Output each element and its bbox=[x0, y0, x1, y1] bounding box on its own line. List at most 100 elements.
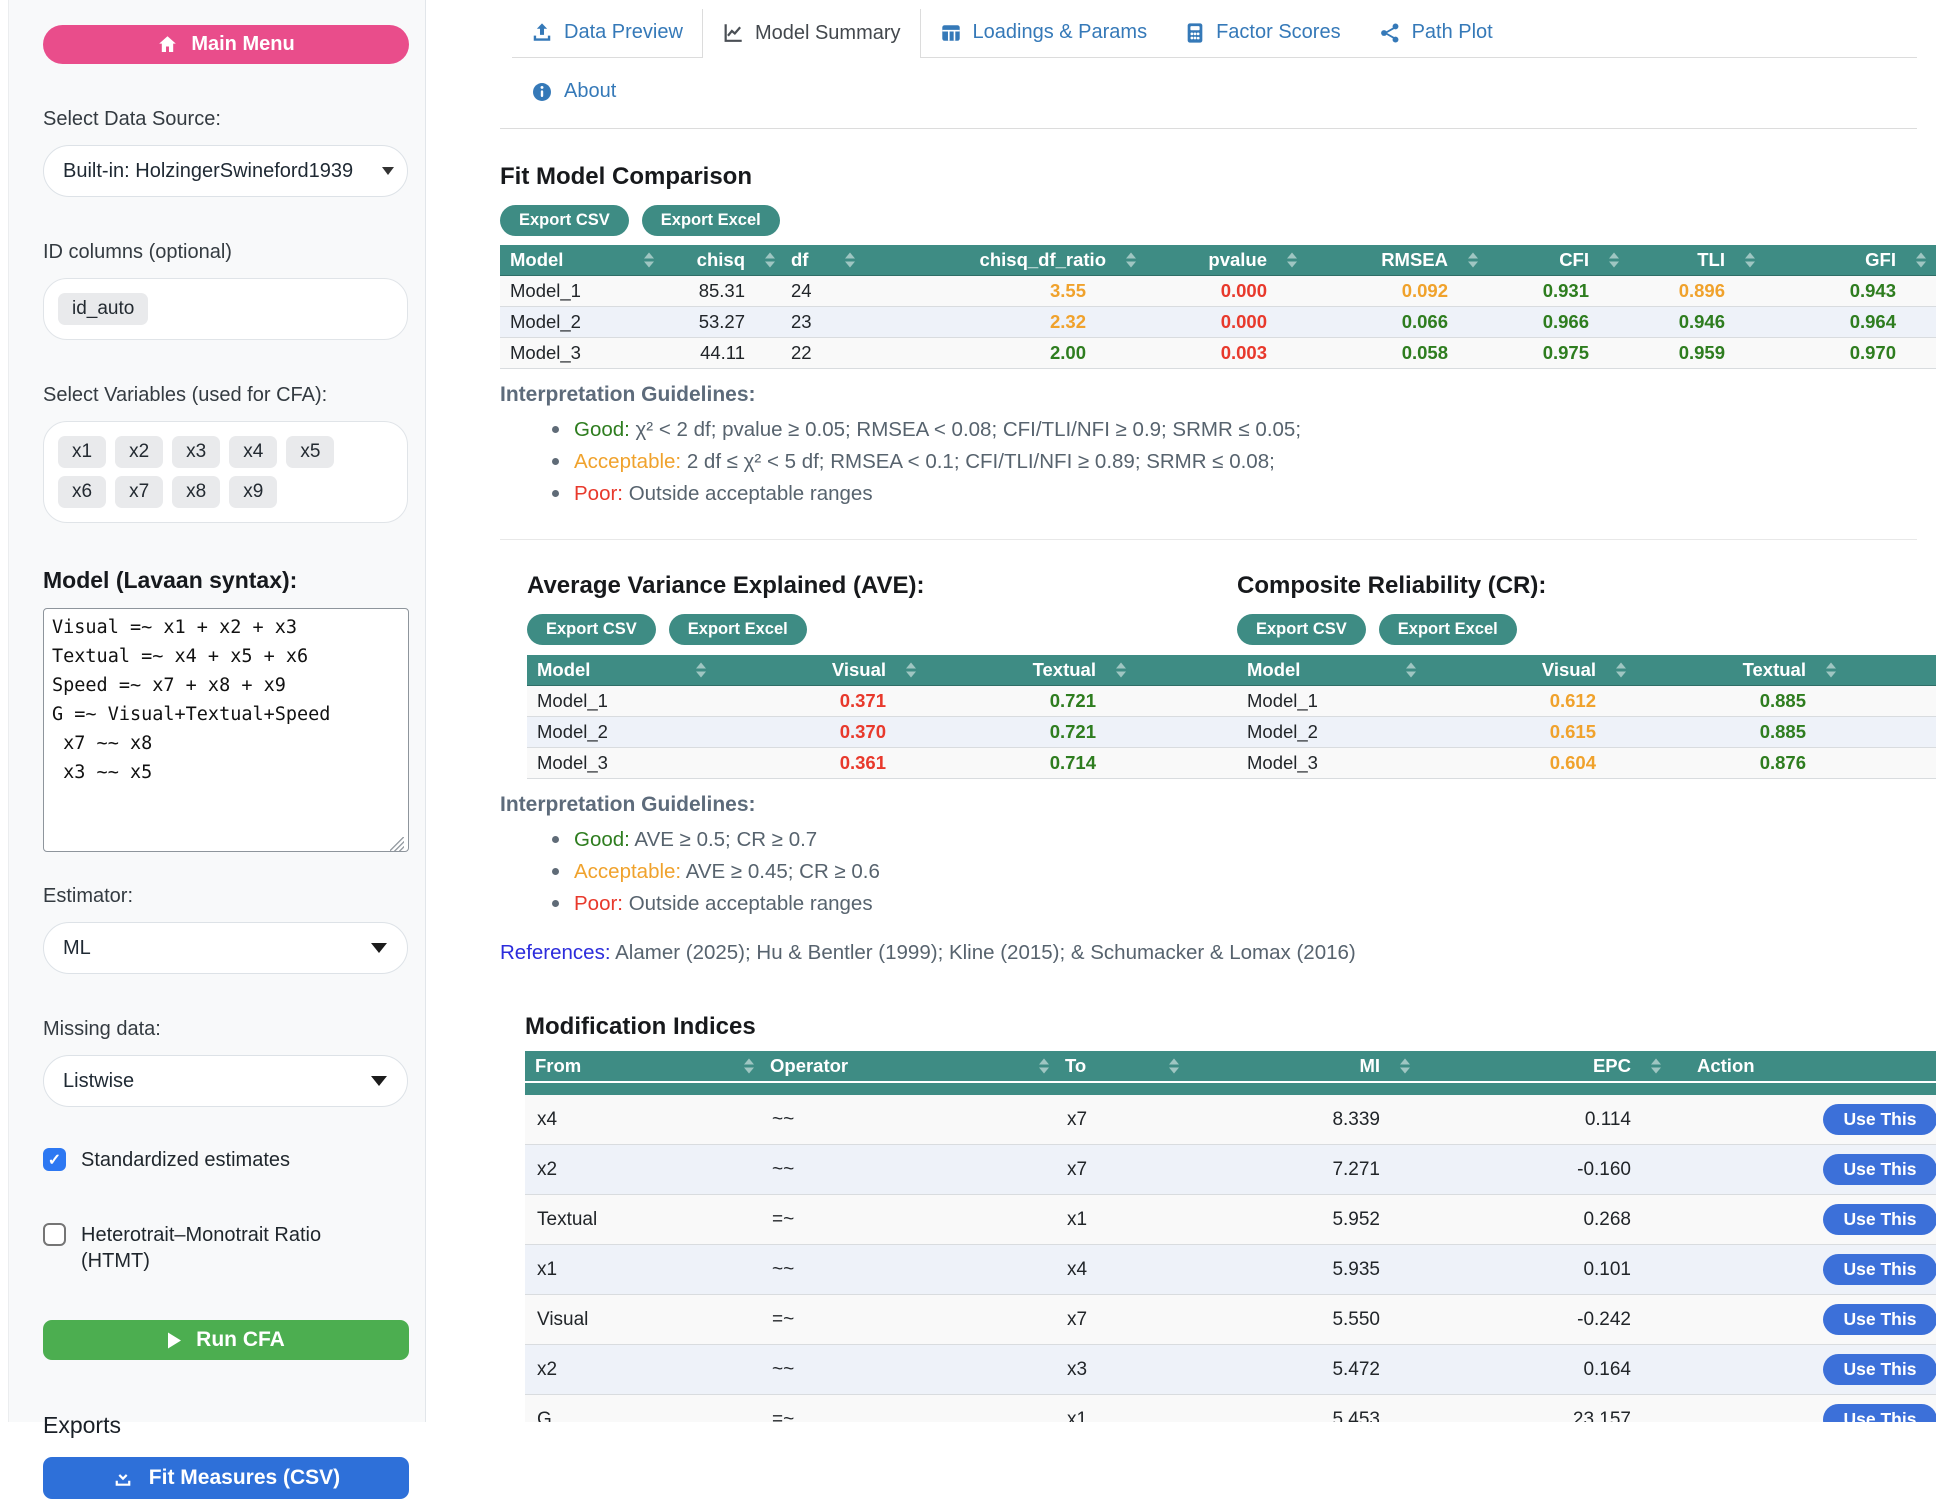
column-header-to[interactable]: To bbox=[1055, 1051, 1185, 1082]
fit-measures-csv-button[interactable]: Fit Measures (CSV) bbox=[43, 1457, 409, 1499]
table-cell: 2.00 bbox=[861, 338, 1142, 369]
variable-chip[interactable]: x2 bbox=[115, 436, 163, 468]
variable-chip[interactable]: x1 bbox=[58, 436, 106, 468]
tab-model-summary[interactable]: Model Summary bbox=[702, 9, 921, 58]
sort-arrows-icon bbox=[1039, 1059, 1049, 1074]
column-header-from[interactable]: From bbox=[525, 1051, 760, 1082]
variables-label: Select Variables (used for CFA): bbox=[43, 384, 408, 407]
table-cell: 0.000 bbox=[1142, 276, 1303, 307]
column-header-textual[interactable]: Textual bbox=[1632, 655, 1842, 686]
table-row: Model_30.6040.8760.558 bbox=[1237, 748, 1936, 779]
column-header-model[interactable]: Model bbox=[1237, 655, 1422, 686]
use-this-button[interactable]: Use This bbox=[1823, 1104, 1936, 1135]
use-this-button[interactable]: Use This bbox=[1823, 1154, 1936, 1185]
column-header-epc[interactable]: EPC bbox=[1416, 1051, 1667, 1082]
cr-column: Composite Reliability (CR): Export CSV E… bbox=[1237, 572, 1895, 779]
column-header-model[interactable]: Model bbox=[500, 245, 660, 276]
use-this-button[interactable]: Use This bbox=[1823, 1354, 1936, 1385]
model-syntax-textarea[interactable]: Visual =~ x1 + x2 + x3 Textual =~ x4 + x… bbox=[43, 608, 409, 852]
use-this-button[interactable]: Use This bbox=[1823, 1254, 1936, 1285]
sort-arrows-icon bbox=[906, 663, 916, 678]
calculator-icon bbox=[1185, 22, 1205, 44]
column-header-operator[interactable]: Operator bbox=[760, 1051, 1055, 1082]
table-cell: -0.160 bbox=[1416, 1145, 1667, 1195]
caret-down-icon bbox=[371, 1076, 387, 1086]
column-header-tli[interactable]: TLI bbox=[1625, 245, 1761, 276]
column-header-chisq-df-ratio[interactable]: chisq_df_ratio bbox=[861, 245, 1142, 276]
estimator-select[interactable]: ML bbox=[43, 922, 408, 974]
table-cell: 0.047 bbox=[1932, 307, 1936, 338]
variable-chip[interactable]: x6 bbox=[58, 476, 106, 508]
tab-about[interactable]: About bbox=[512, 68, 635, 116]
tab-factor-scores[interactable]: Factor Scores bbox=[1166, 9, 1359, 57]
table-cell: 0.066 bbox=[1303, 307, 1484, 338]
export-excel-button[interactable]: Export Excel bbox=[642, 205, 780, 236]
variables-input[interactable]: x1 x2 x3 x4 x5 x6 x7 x8 x9 bbox=[43, 421, 408, 523]
data-source-select[interactable]: Built-in: HolzingerSwineford1939 bbox=[43, 145, 408, 197]
tab-path-plot[interactable]: Path Plot bbox=[1360, 9, 1512, 57]
export-csv-button[interactable]: Export CSV bbox=[500, 205, 629, 236]
variable-chip[interactable]: x7 bbox=[115, 476, 163, 508]
column-header-rmsea[interactable]: RMSEA bbox=[1303, 245, 1484, 276]
share-nodes-icon bbox=[1379, 22, 1401, 44]
table-cell: 0.966 bbox=[1484, 307, 1625, 338]
htmt-checkbox[interactable] bbox=[43, 1223, 66, 1246]
fit-guidelines: Interpretation Guidelines: Good: χ² < 2 … bbox=[500, 383, 1917, 509]
references-label[interactable]: References: bbox=[500, 941, 611, 964]
column-header-visual[interactable]: Visual bbox=[1422, 655, 1632, 686]
export-excel-button[interactable]: Export Excel bbox=[1379, 614, 1517, 645]
table-cell: -0.242 bbox=[1416, 1295, 1667, 1345]
column-header-srmr[interactable]: SRMR bbox=[1932, 245, 1936, 276]
tab-data-preview[interactable]: Data Preview bbox=[512, 9, 702, 57]
use-this-button[interactable]: Use This bbox=[1823, 1404, 1936, 1422]
guideline-lead: Poor: bbox=[574, 892, 629, 915]
column-header-gfi[interactable]: GFI bbox=[1761, 245, 1932, 276]
fit-comparison-table: Modelchisqdfchisq_df_ratiopvalueRMSEACFI… bbox=[500, 245, 1936, 369]
table-cell: 5.453 bbox=[1185, 1395, 1416, 1423]
run-cfa-button[interactable]: Run CFA bbox=[43, 1320, 409, 1360]
table-cell: 0.370 bbox=[712, 717, 922, 748]
cr-table: ModelVisualTextualSpeedModel_10.6120.885… bbox=[1237, 655, 1936, 779]
column-header-mi[interactable]: MI bbox=[1185, 1051, 1416, 1082]
id-columns-input[interactable]: id_auto bbox=[43, 278, 408, 340]
id-chip[interactable]: id_auto bbox=[58, 293, 148, 325]
table-cell: Use This bbox=[1667, 1195, 1936, 1245]
table-cell: 0.065 bbox=[1932, 276, 1936, 307]
table-cell: Model_2 bbox=[500, 307, 660, 338]
table-cell: x1 bbox=[1055, 1195, 1185, 1245]
column-header-model[interactable]: Model bbox=[527, 655, 712, 686]
column-header-visual[interactable]: Visual bbox=[712, 655, 922, 686]
table-cell: 0.000 bbox=[1142, 307, 1303, 338]
table-cell: 0.114 bbox=[1416, 1095, 1667, 1145]
variable-chip[interactable]: x8 bbox=[172, 476, 220, 508]
use-this-button[interactable]: Use This bbox=[1823, 1204, 1936, 1235]
column-header-pvalue[interactable]: pvalue bbox=[1142, 245, 1303, 276]
column-header-textual[interactable]: Textual bbox=[922, 655, 1132, 686]
missing-data-select[interactable]: Listwise bbox=[43, 1055, 408, 1107]
cr-export-row: Export CSV Export Excel bbox=[1237, 614, 1895, 645]
tab-loadings-params[interactable]: Loadings & Params bbox=[921, 9, 1167, 57]
table-cell: Model_3 bbox=[1237, 748, 1422, 779]
column-header-speed[interactable]: Speed bbox=[1842, 655, 1936, 686]
variable-chip[interactable]: x9 bbox=[229, 476, 277, 508]
resize-handle-icon[interactable] bbox=[390, 837, 404, 851]
table-cell: Use This bbox=[1667, 1295, 1936, 1345]
variable-chip[interactable]: x3 bbox=[172, 436, 220, 468]
standardized-estimates-checkbox[interactable]: ✓ bbox=[43, 1148, 66, 1171]
table-cell: Use This bbox=[1667, 1145, 1936, 1195]
column-header-cfi[interactable]: CFI bbox=[1484, 245, 1625, 276]
guideline-item: Poor: Outside acceptable ranges bbox=[550, 479, 1917, 509]
column-header-action[interactable]: Action bbox=[1667, 1051, 1936, 1082]
variable-chip[interactable]: x4 bbox=[229, 436, 277, 468]
variable-chip[interactable]: x5 bbox=[286, 436, 334, 468]
tab-row-1: Data Preview Model Summary Loadings & Pa… bbox=[512, 9, 1917, 58]
main-menu-button[interactable]: Main Menu bbox=[43, 25, 409, 64]
export-csv-button[interactable]: Export CSV bbox=[1237, 614, 1366, 645]
use-this-button[interactable]: Use This bbox=[1823, 1304, 1936, 1335]
column-header-chisq[interactable]: chisq bbox=[660, 245, 781, 276]
export-csv-button[interactable]: Export CSV bbox=[527, 614, 656, 645]
guidelines-title: Interpretation Guidelines: bbox=[500, 383, 1917, 407]
export-excel-button[interactable]: Export Excel bbox=[669, 614, 807, 645]
id-columns-label: ID columns (optional) bbox=[43, 241, 408, 264]
column-header-df[interactable]: df bbox=[781, 245, 861, 276]
